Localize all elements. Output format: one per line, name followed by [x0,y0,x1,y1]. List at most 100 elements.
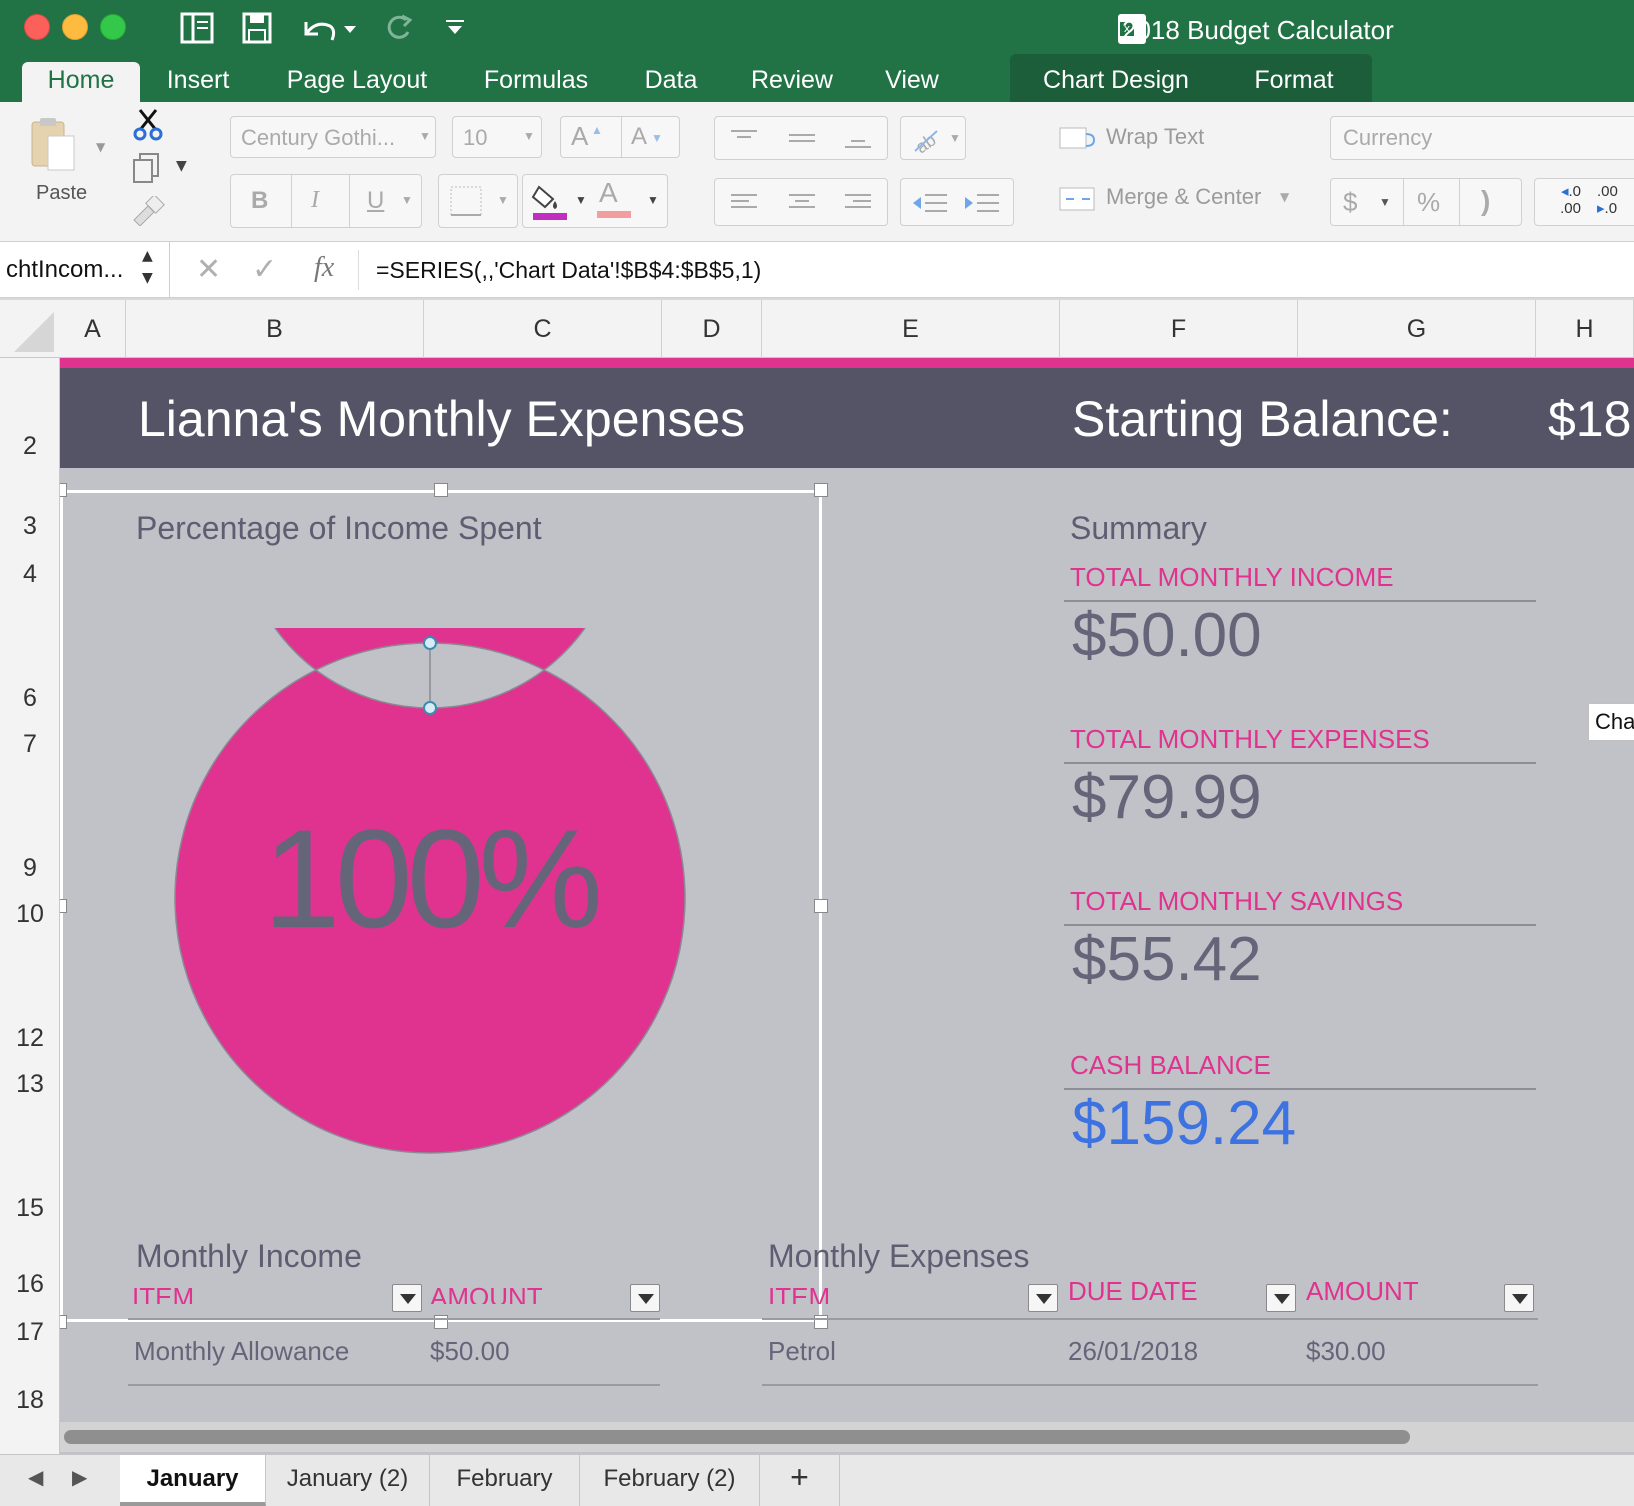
column-header-f[interactable]: F [1060,300,1298,358]
chevron-down-icon[interactable]: ▼ [575,193,587,207]
grow-font-button[interactable]: A [571,121,588,152]
bold-button[interactable]: B [251,187,268,215]
customize-icon[interactable] [444,18,468,38]
row-header-13[interactable]: 13 [0,1070,60,1099]
align-bottom-icon[interactable] [843,127,873,151]
expenses-amount-cell[interactable]: $30.00 [1306,1336,1386,1367]
row-header-6[interactable]: 6 [0,684,60,713]
chevron-down-icon[interactable]: ▼ [647,193,659,207]
name-box-down-icon[interactable]: ▼ [142,270,153,286]
summary-cash-value[interactable]: $159.24 [1072,1088,1296,1159]
increase-decimal-button[interactable]: ◂.0 .00 [1541,183,1581,217]
fill-color-icon[interactable] [529,181,569,221]
formula-input[interactable]: =SERIES(,,'Chart Data'!$B$4:$B$5,1) [376,242,761,298]
align-middle-icon[interactable] [787,127,817,151]
zoom-button[interactable] [100,14,126,40]
shrink-font-button[interactable]: A [631,123,647,151]
align-center-icon[interactable] [787,191,817,215]
income-item-cell[interactable]: Monthly Allowance [134,1336,349,1367]
filter-dropdown-icon[interactable] [1504,1284,1534,1312]
resize-handle[interactable] [434,483,448,497]
copy-icon[interactable] [132,152,166,184]
resize-handle[interactable] [60,1315,67,1329]
column-header-c[interactable]: C [424,300,662,358]
sheet-tab-january[interactable]: January [120,1455,266,1506]
add-sheet-button[interactable]: + [760,1455,840,1506]
copy-dropdown-icon[interactable]: ▼ [176,158,187,174]
font-name-select[interactable]: Century Gothi... ▼ [230,116,436,158]
percent-button[interactable]: % [1417,187,1440,218]
tab-insert[interactable]: Insert [156,62,240,102]
row-header-18[interactable]: 18 [0,1386,60,1415]
expenses-item-cell[interactable]: Petrol [768,1336,836,1367]
row-header-15[interactable]: 15 [0,1194,60,1223]
column-header-e[interactable]: E [762,300,1060,358]
name-box-up-icon[interactable]: ▲ [142,248,153,264]
sheet-tab-february-2[interactable]: February (2) [580,1455,760,1506]
chevron-down-icon[interactable]: ▼ [401,193,413,207]
horizontal-scrollbar[interactable] [60,1422,1634,1452]
filter-dropdown-icon[interactable] [1266,1284,1296,1312]
currency-button[interactable]: $ [1343,187,1357,218]
tab-data[interactable]: Data [640,62,702,102]
resize-handle[interactable] [814,899,828,913]
summary-expenses-value[interactable]: $79.99 [1072,762,1262,833]
scrollbar-thumb[interactable] [64,1430,1410,1444]
chevron-down-icon[interactable]: ▼ [1280,190,1289,204]
sheet-tab-january-2[interactable]: January (2) [266,1455,430,1506]
starting-balance-value[interactable]: $18 [1548,390,1631,448]
resize-handle[interactable] [60,899,67,913]
expenses-due-cell[interactable]: 26/01/2018 [1068,1336,1198,1367]
undo-icon[interactable] [300,14,360,44]
column-header-g[interactable]: G [1298,300,1536,358]
column-header-d[interactable]: D [662,300,762,358]
paste-icon[interactable] [28,114,78,174]
enter-icon[interactable]: ✓ [252,252,277,287]
filter-dropdown-icon[interactable] [392,1284,422,1312]
row-header-17[interactable]: 17 [0,1318,60,1347]
wrap-text-icon[interactable] [1058,124,1098,154]
tab-chart-design[interactable]: Chart Design [1034,62,1198,102]
prev-sheet-icon[interactable]: ◀ [28,1465,43,1489]
tab-format[interactable]: Format [1248,62,1340,102]
row-header-10[interactable]: 10 [0,900,60,929]
resize-handle[interactable] [814,483,828,497]
underline-button[interactable]: U [367,187,384,215]
tab-review[interactable]: Review [746,62,838,102]
chevron-down-icon[interactable]: ▼ [1379,195,1391,209]
row-header-16[interactable]: 16 [0,1270,60,1299]
column-header-b[interactable]: B [126,300,424,358]
decrease-decimal-button[interactable]: .00 ▸.0 [1597,183,1634,217]
income-amount-cell[interactable]: $50.00 [430,1336,510,1367]
format-painter-icon[interactable] [130,196,166,226]
wrap-text-button[interactable]: Wrap Text [1106,124,1204,150]
align-left-icon[interactable] [729,191,759,215]
redo-icon[interactable] [382,14,412,44]
align-right-icon[interactable] [843,191,873,215]
save-icon[interactable] [242,12,272,44]
resize-handle[interactable] [60,483,67,497]
number-format-select[interactable]: Currency [1330,116,1634,160]
chart-selection-frame[interactable] [60,490,822,1322]
tab-home[interactable]: Home [22,62,140,102]
align-top-icon[interactable] [729,127,759,151]
row-header-3[interactable]: 3 [0,512,60,541]
increase-indent-icon[interactable] [963,191,1003,215]
close-button[interactable] [24,14,50,40]
cancel-icon[interactable]: ✕ [196,252,221,287]
orientation-button[interactable]: ab ▼ [900,116,966,160]
decrease-indent-icon[interactable] [911,191,951,215]
column-header-h[interactable]: H [1536,300,1634,358]
borders-button[interactable]: ▼ [438,174,518,228]
merge-center-icon[interactable] [1058,184,1098,214]
row-header-2[interactable]: 2 [0,432,60,461]
row-header-7[interactable]: 7 [0,730,60,759]
row-header-12[interactable]: 12 [0,1024,60,1053]
paste-dropdown-icon[interactable]: ▼ [96,140,105,154]
filter-dropdown-icon[interactable] [1028,1284,1058,1312]
filter-dropdown-icon[interactable] [630,1284,660,1312]
cut-icon[interactable] [132,108,166,142]
sheet-tab-february[interactable]: February [430,1455,580,1506]
italic-button[interactable]: I [311,187,319,214]
row-header-9[interactable]: 9 [0,854,60,883]
